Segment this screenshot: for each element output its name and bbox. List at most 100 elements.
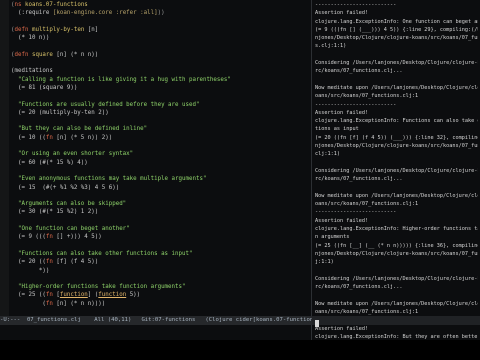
- code-line[interactable]: (* 10 n)): [11, 34, 311, 42]
- code-token: "Even anonymous functions may take multi…: [11, 176, 207, 183]
- code-line[interactable]: (= 10 ((fn [n] (* 5 n)) 2)): [11, 134, 311, 142]
- code-line[interactable]: [11, 142, 311, 150]
- code-line[interactable]: (:require [koan-engine.core :refer :all]…: [11, 9, 311, 17]
- code-line[interactable]: (meditations: [11, 67, 311, 75]
- code-line[interactable]: "Arguments can also be skipped": [11, 200, 311, 208]
- code-line[interactable]: [11, 167, 311, 175]
- code-token: "One function can beget another": [11, 226, 130, 233]
- code-line[interactable]: [11, 275, 311, 283]
- code-token: "Or using an even shorter syntax": [11, 151, 134, 158]
- code-token: fn: [45, 292, 53, 299]
- code-line[interactable]: [11, 192, 311, 200]
- minibuffer-cursor[interactable]: [315, 320, 319, 327]
- code-token: "Functions can also take other functions…: [11, 250, 193, 257]
- code-token: defn: [14, 51, 29, 58]
- code-line[interactable]: [11, 92, 311, 100]
- code-line[interactable]: [11, 117, 311, 125]
- code-line[interactable]: (ns koans.07-functions: [11, 1, 311, 9]
- code-token: (* 10 n)): [11, 35, 50, 42]
- code-line[interactable]: *)): [11, 267, 311, 275]
- repl-line: rc/koans/07_functions.clj...: [315, 68, 403, 75]
- code-line[interactable]: "One function can beget another": [11, 225, 311, 233]
- repl-line: [315, 51, 478, 59]
- repl-line: [315, 159, 478, 167]
- repl-line: Now meditate upon /Users/lanjones/Deskto…: [315, 300, 478, 307]
- code-token: "But they can also be defined inline": [11, 126, 148, 133]
- video-letterbox: [0, 340, 480, 360]
- code-line[interactable]: (= 20 ((fn [f] (f 4 5)): [11, 258, 311, 266]
- code-token: (:require: [11, 10, 53, 17]
- code-token: (= 20 (multiply-by-ten 2)): [11, 109, 109, 116]
- code-token: (= 9 (((: [11, 234, 46, 241]
- code-line[interactable]: "Functions are usually defined before th…: [11, 101, 311, 109]
- repl-line: rc/koans/07_functions.clj...: [315, 284, 403, 291]
- code-line[interactable]: (defn square [n] (* n n)): [11, 51, 311, 59]
- repl-line: clojure.lang.ExceptionInfo: Functions ca…: [315, 118, 478, 125]
- code-line[interactable]: [11, 308, 311, 316]
- code-editor-pane[interactable]: (ns koans.07-functions (:require [koan-e…: [0, 0, 311, 316]
- repl-line: [315, 291, 478, 299]
- editor-modeline: -U:--- 07_functions.clj All (40,11) Git:…: [0, 316, 312, 325]
- repl-line: (= 20 ((fn [f] (f 4 5)) (___))) {:line 3…: [315, 134, 478, 141]
- code-line[interactable]: [11, 42, 311, 50]
- code-line[interactable]: "Higher-order functions take function ar…: [11, 283, 311, 291]
- code-line[interactable]: [11, 18, 311, 26]
- window-divider: [311, 0, 312, 340]
- code-line[interactable]: (= 60 (#(* 15 %) 4)): [11, 159, 311, 167]
- code-token: 5)): [126, 292, 141, 299]
- code-line[interactable]: "Or using an even shorter syntax": [11, 150, 311, 158]
- repl-output-pane[interactable]: -------------------------- Assertion fail…: [315, 1, 478, 340]
- emacs-frame: (ns koans.07-functions (:require [koan-e…: [0, 0, 480, 340]
- code-line[interactable]: "But they can also be defined inline": [11, 125, 311, 133]
- repl-line: n arguments: [315, 234, 350, 241]
- repl-line: Now meditate upon /Users/lanjones/Deskto…: [315, 84, 478, 91]
- code-line[interactable]: (= 25 ((fn [function] (function 5)): [11, 291, 311, 299]
- code-line[interactable]: "Even anonymous functions may take multi…: [11, 175, 311, 183]
- code-token: "Higher-order functions take function ar…: [11, 284, 186, 291]
- repl-line: j:1:1): [315, 259, 334, 266]
- code-token: [n] (* n n)))): [52, 300, 106, 307]
- code-token: (= 10 ((: [11, 134, 46, 141]
- code-token: fn: [45, 234, 53, 241]
- code-line[interactable]: (= 20 (multiply-by-ten 2)): [11, 109, 311, 117]
- repl-line: Now meditate upon /Users/lanjones/Deskto…: [315, 192, 478, 199]
- repl-line: Assertion failed!: [315, 217, 369, 224]
- code-line[interactable]: [11, 242, 311, 250]
- code-line[interactable]: (= 15 (#(+ %1 %2 %3) 4 5 6)): [11, 184, 311, 192]
- repl-line: njones/Desktop/Clojure/clojure-koans/src…: [315, 250, 478, 257]
- code-token: "Arguments can also be skipped": [11, 201, 127, 208]
- code-token: [f] (f 4 5)): [52, 259, 99, 266]
- repl-line: --------------------------: [315, 101, 397, 108]
- code-token: koans.07-functions: [21, 2, 88, 8]
- code-token: square: [28, 51, 53, 58]
- repl-line: njones/Desktop/Clojure/clojure-koans/src…: [315, 143, 478, 150]
- code-token: *)): [11, 267, 50, 274]
- repl-line: [315, 184, 478, 192]
- code-token: (= 30 (#(* 15 %2) 1 2)): [11, 209, 99, 216]
- code-line[interactable]: (= 81 (square 9)): [11, 84, 311, 92]
- code-buffer[interactable]: (ns koans.07-functions (:require [koan-e…: [11, 1, 311, 316]
- code-line[interactable]: (defn multiply-by-ten [n]: [11, 26, 311, 34]
- code-line[interactable]: (fn [n] (* n n)))): [11, 300, 311, 308]
- repl-line: Considering /Users/lanjones/Desktop/Cloj…: [315, 275, 478, 282]
- code-token: "Functions are usually defined before th…: [11, 101, 200, 108]
- code-line[interactable]: [11, 59, 311, 67]
- code-token: fn: [45, 300, 53, 307]
- code-line[interactable]: (= 9 (((fn [] +))) 4 5)): [11, 233, 311, 241]
- repl-line: [315, 76, 478, 84]
- repl-line: --------------------------: [315, 209, 397, 216]
- code-line[interactable]: "Calling a function is like giving it a …: [11, 76, 311, 84]
- code-token: ] (: [87, 292, 99, 299]
- repl-line: Considering /Users/lanjones/Desktop/Cloj…: [315, 167, 478, 174]
- code-line[interactable]: (= 30 (#(* 15 %2) 1 2)): [11, 208, 311, 216]
- code-token: [n]: [84, 26, 99, 33]
- code-token: [n] (* 5 n)) 2)): [52, 134, 113, 141]
- code-token: function: [59, 292, 88, 299]
- code-token: (meditations: [11, 68, 53, 75]
- code-line[interactable]: "Functions can also take other functions…: [11, 250, 311, 258]
- repl-line: rc/koans/07_functions.clj...: [315, 176, 403, 183]
- repl-line: Considering /Users/lanjones/Desktop/Cloj…: [315, 60, 478, 67]
- code-line[interactable]: [11, 217, 311, 225]
- repl-line: [315, 267, 478, 275]
- code-token: (= 25 ((: [11, 292, 46, 299]
